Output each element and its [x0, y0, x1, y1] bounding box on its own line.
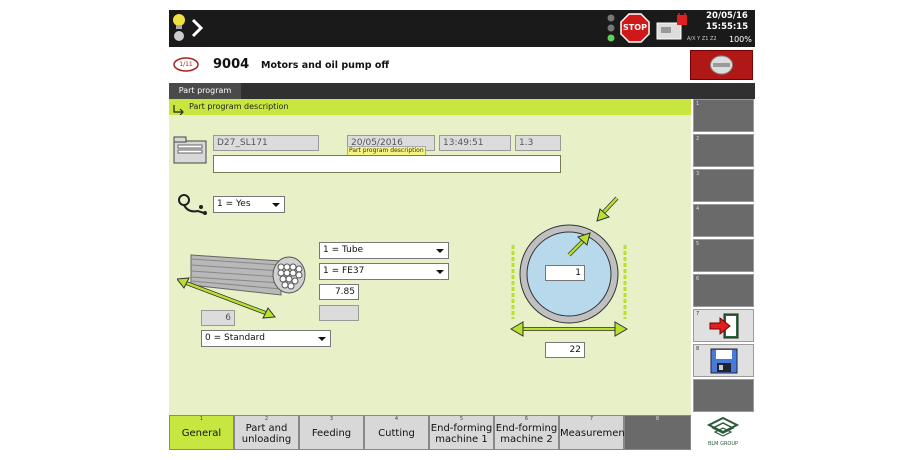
hydraulic-dropdown-value: 1 = Yes — [217, 199, 251, 209]
lightbulb-icon[interactable] — [171, 12, 187, 44]
function-label: Feeding — [311, 428, 352, 439]
machine-screen: STOP 20/05/16 15:55:15 A/X Y Z1 Z2 100% … — [169, 10, 755, 450]
material-grade-dropdown[interactable]: 1 = FE37 — [319, 263, 449, 280]
chevron-down-icon — [318, 337, 326, 341]
top-status-bar: STOP 20/05/16 15:55:15 A/X Y Z1 Z2 100% — [169, 10, 755, 47]
function-label: General Data — [181, 428, 222, 439]
message-code: 9004 — [213, 57, 250, 72]
general-data-panel: D27_SL171 20/05/2016 13:49:51 1.3 Part p… — [169, 115, 691, 415]
program-time-field: 13:49:51 — [439, 135, 511, 151]
function-label: End-forming — [430, 423, 493, 434]
softkey-9[interactable] — [693, 379, 754, 412]
return-arrow-icon — [173, 101, 185, 116]
bottom-function-bar: 1 General Data 2 Part and unloading 3 Fe… — [169, 415, 755, 450]
blm-logo-icon — [706, 416, 740, 437]
material-grade-dropdown-value: 1 = FE37 — [323, 266, 365, 276]
softkey-2[interactable]: 2 — [693, 134, 754, 167]
softkey-number: 2 — [696, 136, 700, 142]
function-label-line2: machine 1 — [435, 434, 488, 445]
tab-measurement[interactable]: 7 Measurement — [559, 415, 629, 450]
function-number: 5 — [459, 416, 464, 422]
percent-text: 100% — [729, 35, 752, 44]
program-name-field: D27_SL171 — [213, 135, 319, 151]
hydraulic-dropdown[interactable]: 1 = Yes — [213, 196, 285, 213]
softkey-3[interactable]: 3 — [693, 169, 754, 202]
function-number: 2 — [264, 416, 269, 422]
softkey-number: 4 — [696, 206, 700, 212]
standard-dropdown-value: 0 = Standard — [205, 333, 265, 343]
axis-code-text: A/X Y Z1 Z2 — [687, 36, 717, 42]
right-softkey-panel: 1 2 3 4 5 6 7 8 — [691, 99, 755, 415]
function-number: 7 — [589, 416, 594, 422]
function-label: Part and — [245, 423, 288, 434]
bundle-count-field: 6 — [201, 310, 235, 326]
machine-lock-icon[interactable] — [655, 10, 689, 43]
message-text: Motors and oil pump off — [261, 60, 390, 71]
save-button[interactable]: 8 — [693, 344, 754, 377]
tab-empty-8[interactable]: 8 — [624, 415, 691, 450]
softkey-number: 3 — [696, 171, 700, 177]
softkey-1[interactable]: 1 — [693, 99, 754, 132]
alarm-button[interactable] — [690, 50, 753, 80]
program-version-field: 1.3 — [515, 135, 561, 151]
function-label-line2: machine 2 — [500, 434, 553, 445]
tab-end-forming-machine-1[interactable]: 5 End-forming machine 1 — [429, 415, 494, 450]
folder-icon — [173, 135, 207, 165]
tab-part-and-unloading[interactable]: 2 Part and unloading — [234, 415, 299, 450]
tab-strip: Part program — [169, 83, 755, 99]
function-number: 4 — [394, 416, 399, 422]
stop-label: STOP — [623, 23, 647, 32]
blm-logo: BLM GROUP — [693, 416, 753, 449]
standard-dropdown[interactable]: 0 = Standard — [201, 330, 331, 347]
time-text: 15:55:15 — [705, 22, 749, 32]
chevron-down-icon — [436, 270, 444, 274]
function-number: 8 — [655, 416, 660, 422]
function-label: End-forming — [495, 423, 558, 434]
chevron-down-icon — [272, 203, 280, 207]
shape-dropdown-value: 1 = Tube — [323, 245, 364, 255]
diameter-field[interactable]: 22 — [545, 342, 585, 358]
tab-end-forming-machine-2[interactable]: 6 End-forming machine 2 — [494, 415, 559, 450]
program-description-input[interactable] — [213, 155, 561, 173]
function-number: 1 — [199, 416, 204, 422]
status-lights-icon — [606, 13, 616, 45]
softkey-6[interactable]: 6 — [693, 274, 754, 307]
save-icon — [710, 348, 738, 374]
tab-general-data[interactable]: 1 General Data — [169, 415, 234, 450]
softkey-number: 8 — [696, 346, 700, 352]
function-label: Cutting — [378, 428, 415, 439]
function-number: 6 — [524, 416, 529, 422]
function-label: Measurement — [560, 428, 629, 439]
function-number: 3 — [329, 416, 334, 422]
softkey-4[interactable]: 4 — [693, 204, 754, 237]
tab-cutting[interactable]: 4 Cutting — [364, 415, 429, 450]
softkey-number: 6 — [696, 276, 700, 282]
description-bar: Part program description — [169, 99, 691, 116]
tab-feeding[interactable]: 3 Feeding — [299, 415, 364, 450]
description-bar-label: Part program description — [189, 102, 289, 111]
page-indicator-text: 1/11 — [179, 61, 193, 68]
softkey-5[interactable]: 5 — [693, 239, 754, 272]
shape-dropdown[interactable]: 1 = Tube — [319, 242, 449, 259]
wall-thickness-field[interactable]: 1 — [545, 265, 585, 281]
blm-logo-text: BLM GROUP — [707, 441, 739, 447]
chevron-down-icon — [436, 249, 444, 253]
function-label-line2: unloading — [241, 434, 292, 445]
density-field[interactable]: 7.85 — [319, 284, 359, 300]
date-text: 20/05/16 — [706, 11, 748, 21]
exit-icon — [708, 313, 740, 339]
page-indicator-badge[interactable]: 1/11 — [173, 57, 199, 72]
tab-part-program[interactable]: Part program — [169, 83, 241, 99]
message-bar: 1/11 9004 Motors and oil pump off — [169, 47, 755, 83]
stop-button[interactable]: STOP — [620, 13, 650, 43]
softkey-number: 5 — [696, 241, 700, 247]
softkey-number: 7 — [696, 311, 700, 317]
hose-tool-icon — [175, 193, 209, 217]
tube-bundle-icon — [176, 233, 315, 319]
forward-arrow-icon[interactable] — [189, 18, 205, 38]
extra-value-field — [319, 305, 359, 321]
softkey-number: 1 — [696, 101, 700, 107]
exit-button[interactable]: 7 — [693, 309, 754, 342]
